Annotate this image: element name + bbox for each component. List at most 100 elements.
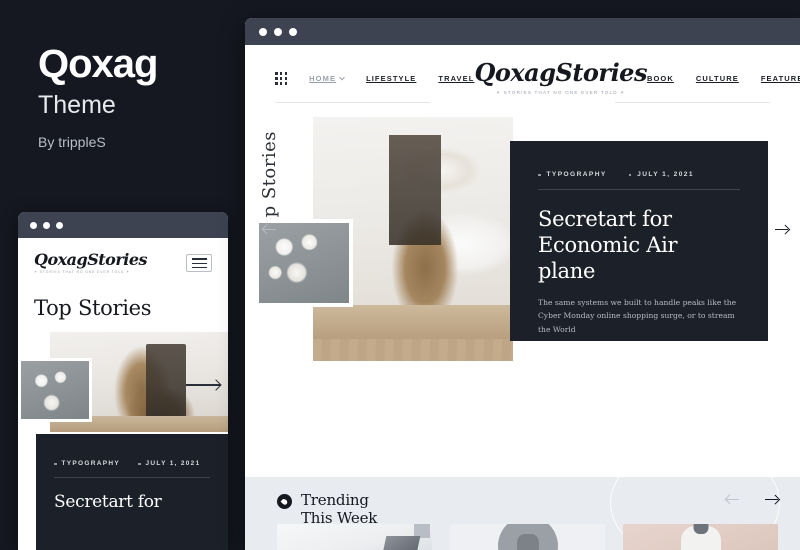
nav-item-book[interactable]: BOOK [647, 74, 674, 83]
grid-dot [284, 72, 288, 76]
mobile-site-logo: QoxagStories [34, 250, 148, 269]
hamburger-bar [191, 258, 207, 260]
hero-article-category: TYPOGRAPHY [538, 171, 607, 178]
hero-section: Top Stories TYPOGRAPHY JULY 1, 2021 Secr… [245, 117, 800, 402]
hero-article-meta: TYPOGRAPHY JULY 1, 2021 [538, 171, 740, 190]
site-navbar: HOME LIFESTYLE TRAVEL QoxagStories ✶ STO… [245, 45, 800, 96]
mobile-date-text: JULY 1, 2021 [145, 460, 201, 467]
mobile-section-heading: Top Stories [34, 296, 152, 321]
site-logo-block[interactable]: QoxagStories ✶ STORIES THAT NO ONE EVER … [474, 61, 647, 96]
grid-dot [275, 81, 278, 85]
site-viewport: HOME LIFESTYLE TRAVEL QoxagStories ✶ STO… [245, 45, 800, 550]
hero-next-arrow-icon[interactable] [775, 229, 788, 231]
window-dot-close[interactable] [259, 27, 267, 36]
hero-article-excerpt: The same systems we built to handle peak… [538, 298, 737, 334]
nav-item-home[interactable]: HOME [309, 74, 345, 83]
trending-slider-nav [726, 499, 778, 501]
mobile-article-title: Secretart for [54, 492, 162, 512]
bullet-icon [138, 462, 141, 465]
mobile-titlebar [18, 212, 228, 238]
trending-heading-block: Trending This Week [277, 491, 377, 528]
grid-dot [284, 77, 288, 80]
trending-title: Trending This Week [301, 491, 377, 528]
mobile-article-date: JULY 1, 2021 [138, 460, 201, 467]
grid-dot [279, 81, 283, 85]
mobile-article-meta: TYPOGRAPHY JULY 1, 2021 [54, 460, 210, 478]
mobile-site-tagline: ✶ STORIES THAT NO ONE EVER TOLD ✶ [34, 270, 130, 274]
trending-card-list [277, 524, 778, 550]
grid-dot [275, 72, 278, 76]
window-dot-close[interactable] [30, 221, 37, 229]
window-dot-minimize[interactable] [43, 221, 50, 229]
hero-date-text: JULY 1, 2021 [637, 171, 694, 178]
hero-article-card[interactable]: TYPOGRAPHY JULY 1, 2021 Secretart for Ec… [510, 141, 768, 360]
nav-item-travel-label: TRAVEL [438, 74, 475, 83]
grid-menu-icon[interactable] [275, 72, 288, 85]
trending-next-arrow-icon[interactable] [765, 499, 778, 501]
mobile-header: QoxagStories ✶ STORIES THAT NO ONE EVER … [18, 238, 228, 280]
mobile-hero-media [18, 332, 228, 433]
theme-label: Theme [38, 91, 116, 119]
brand-block: Qoxag Theme By trippleS [38, 44, 238, 150]
bullet-icon [538, 173, 541, 176]
window-dot-minimize[interactable] [274, 27, 282, 36]
hamburger-bar [191, 266, 207, 269]
nav-item-travel[interactable]: TRAVEL [438, 74, 474, 83]
arrow-right-icon [631, 354, 645, 356]
window-dot-maximize[interactable] [289, 27, 297, 36]
flame-glyph [280, 497, 289, 506]
window-dot-maximize[interactable] [56, 221, 63, 229]
trending-card[interactable] [277, 524, 432, 550]
grid-dot [275, 77, 278, 80]
read-full-story-link[interactable]: READ FULL STORY [538, 350, 645, 360]
mobile-category-text: TYPOGRAPHY [61, 460, 121, 467]
hamburger-bar [191, 262, 207, 264]
navbar-divider [245, 102, 800, 103]
nav-item-culture-label: CULTURE [695, 74, 739, 83]
trending-section: Trending This Week [245, 477, 800, 550]
theme-author: By trippleS [38, 133, 106, 150]
chevron-down-icon [339, 74, 345, 80]
bullet-icon [628, 173, 632, 176]
hero-photo-figure [389, 135, 441, 245]
theme-name: Qoxag [38, 42, 158, 86]
mobile-viewport: QoxagStories ✶ STORIES THAT NO ONE EVER … [18, 238, 228, 550]
mobile-article-category: TYPOGRAPHY [54, 460, 120, 467]
divider-left [275, 102, 430, 103]
nav-right-group: BOOK CULTURE FEATURES [647, 74, 800, 83]
hero-photo-floor [313, 339, 513, 361]
site-logo: QoxagStories [474, 58, 647, 87]
mobile-logo-block[interactable]: QoxagStories ✶ STORIES THAT NO ONE EVER … [34, 250, 148, 274]
read-full-story-label: READ FULL STORY [538, 350, 623, 360]
trending-prev-arrow-icon[interactable] [726, 499, 739, 501]
nav-item-culture[interactable]: CULTURE [696, 74, 739, 83]
nav-item-features[interactable]: FEATURES [761, 74, 800, 83]
nav-item-book-label: BOOK [646, 74, 674, 83]
browser-titlebar [245, 18, 800, 45]
nav-item-features-label: FEATURES [760, 74, 800, 83]
hero-article-date: JULY 1, 2021 [628, 171, 694, 178]
mobile-slider-next-arrow-icon[interactable] [186, 384, 220, 386]
grid-dot [279, 72, 283, 76]
hero-article-title: Secretart for Economic Air plane [538, 207, 678, 284]
grid-dot [284, 81, 288, 85]
nav-item-lifestyle-label: LIFESTYLE [366, 74, 417, 83]
trending-title-line1: Trending [301, 491, 369, 509]
hero-photo-bed [313, 305, 513, 339]
trending-card[interactable] [450, 524, 605, 550]
nav-left-group: HOME LIFESTYLE TRAVEL [275, 72, 474, 85]
hero-prev-arrow-icon[interactable] [263, 229, 276, 231]
grid-dot [279, 77, 283, 80]
mobile-article-card[interactable]: TYPOGRAPHY JULY 1, 2021 Secretart for [36, 434, 228, 550]
flame-icon [277, 494, 292, 509]
nav-item-lifestyle[interactable]: LIFESTYLE [366, 74, 416, 83]
divider-right [615, 102, 770, 103]
hero-category-text: TYPOGRAPHY [546, 171, 607, 178]
hero-inset-photo [255, 219, 353, 307]
trending-card[interactable] [623, 524, 778, 550]
desktop-preview-window: HOME LIFESTYLE TRAVEL QoxagStories ✶ STO… [245, 18, 800, 550]
site-tagline: ✶ STORIES THAT NO ONE EVER TOLD ✶ [496, 90, 626, 95]
bullet-icon [54, 462, 57, 465]
mobile-hero-inset-photo [18, 358, 92, 423]
hamburger-icon[interactable] [186, 254, 212, 273]
